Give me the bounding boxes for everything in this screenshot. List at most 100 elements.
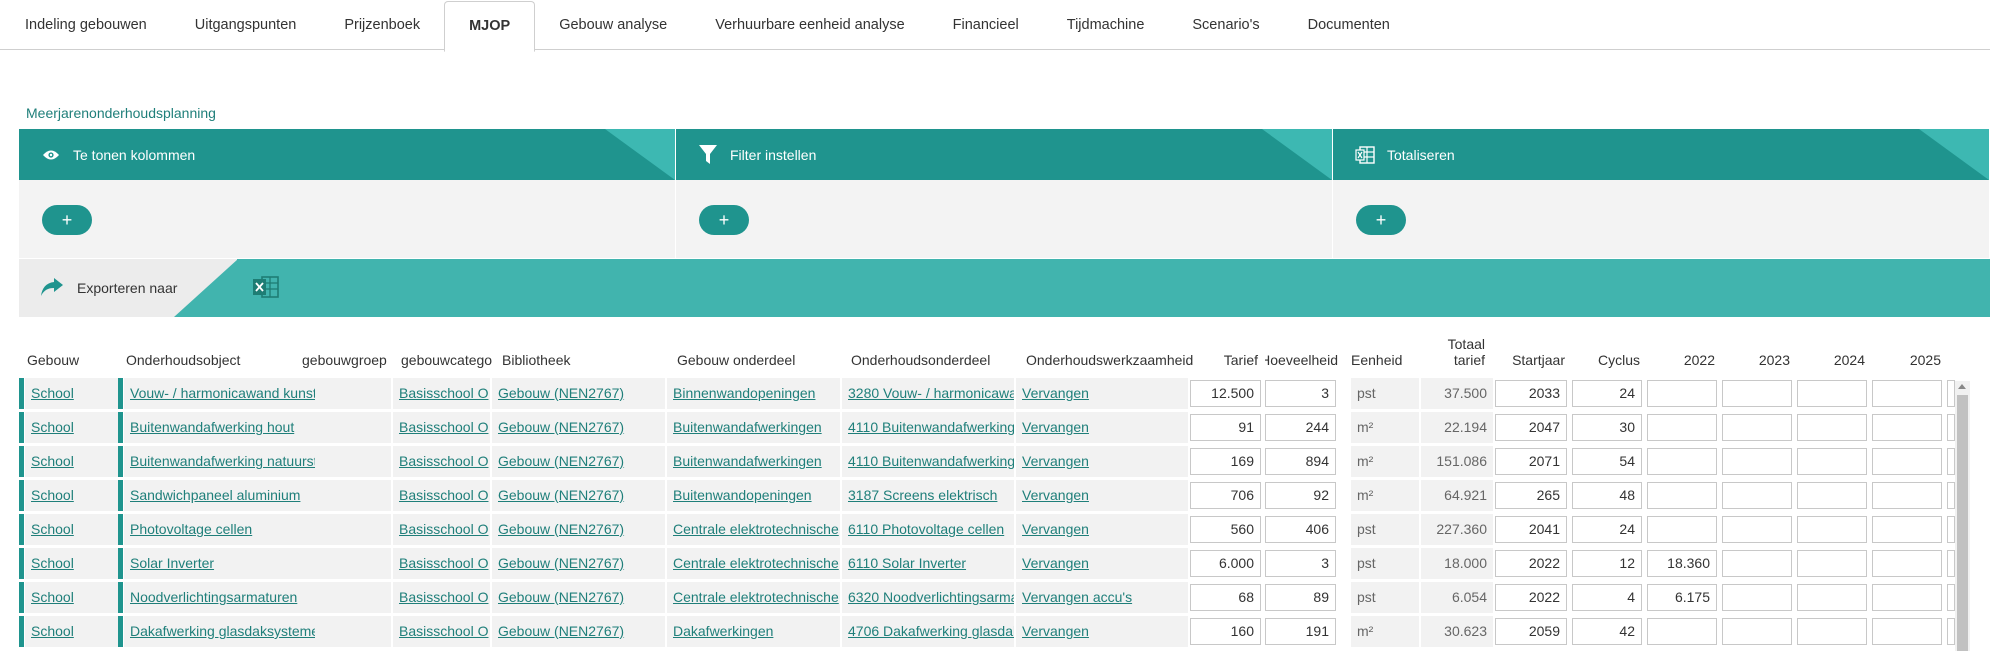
onderhoudsonderdeel-link[interactable]: 4110 Buitenwandafwerking — [848, 419, 1014, 435]
onderhoudsonderdeel-link[interactable]: 4706 Dakafwerking glasdak — [848, 623, 1014, 639]
categorie-cell[interactable]: Basisschool O — [393, 616, 490, 647]
onderdeel-link[interactable]: Centrale elektrotechnische — [673, 521, 839, 537]
column-header[interactable]: 2024 — [1797, 330, 1869, 370]
onderdeel-cell[interactable]: Centrale elektrotechnische — [667, 514, 840, 545]
object-link[interactable]: Solar Inverter — [130, 555, 214, 571]
column-header[interactable]: 2023 — [1722, 330, 1794, 370]
column-header[interactable]: Totaal tarief — [1417, 335, 1489, 370]
onderhoudsonderdeel-link[interactable]: 4110 Buitenwandafwerking — [848, 453, 1014, 469]
categorie-cell[interactable]: Basisschool O — [393, 582, 490, 613]
column-header[interactable]: Cyclus — [1572, 330, 1644, 370]
gebouw-cell[interactable]: School — [25, 548, 118, 579]
y2024-input[interactable] — [1797, 448, 1867, 475]
categorie-cell[interactable]: Basisschool O — [393, 412, 490, 443]
year-input[interactable] — [1947, 482, 1955, 509]
tarief-input[interactable]: 91 — [1190, 414, 1261, 441]
cyclus-input[interactable]: 12 — [1572, 550, 1642, 577]
year-input[interactable] — [1947, 584, 1955, 611]
bibliotheek-cell[interactable]: Gebouw (NEN2767) — [492, 412, 665, 443]
y2024-input[interactable] — [1797, 618, 1867, 645]
onderdeel-cell[interactable]: Centrale elektrotechnische — [667, 582, 840, 613]
cyclus-input[interactable]: 24 — [1572, 380, 1642, 407]
bibliotheek-link[interactable]: Gebouw (NEN2767) — [498, 419, 624, 435]
werkzaamheid-link[interactable]: Vervangen — [1022, 453, 1089, 469]
tab-uitgangspunten[interactable]: Uitgangspunten — [171, 0, 321, 50]
onderhoudsonderdeel-link[interactable]: 3187 Screens elektrisch — [848, 487, 997, 503]
werkzaamheid-cell[interactable]: Vervangen — [1016, 514, 1188, 545]
y2023-input[interactable] — [1722, 380, 1792, 407]
hoeveelheid-input[interactable]: 406 — [1265, 516, 1336, 543]
y2025-input[interactable] — [1872, 448, 1942, 475]
column-header[interactable]: gebouwcategorie — [401, 330, 493, 370]
werkzaamheid-link[interactable]: Vervangen — [1022, 555, 1089, 571]
object-cell[interactable]: Buitenwandafwerking natuursteen — [124, 446, 315, 477]
object-cell[interactable]: Solar Inverter — [124, 548, 315, 579]
onderdeel-link[interactable]: Buitenwandafwerkingen — [673, 453, 822, 469]
tab-prijzenboek[interactable]: Prijzenboek — [320, 0, 444, 50]
bibliotheek-link[interactable]: Gebouw (NEN2767) — [498, 521, 624, 537]
startjaar-input[interactable]: 2059 — [1495, 618, 1567, 645]
werkzaamheid-cell[interactable]: Vervangen accu's — [1016, 582, 1188, 613]
y2025-input[interactable] — [1872, 380, 1942, 407]
tab-indeling-gebouwen[interactable]: Indeling gebouwen — [0, 0, 171, 50]
column-header[interactable]: Onderhoudsonderdeel — [851, 330, 1021, 370]
hoeveelheid-input[interactable]: 89 — [1265, 584, 1336, 611]
column-header[interactable]: 2022 — [1647, 330, 1719, 370]
object-link[interactable]: Photovoltage cellen — [130, 521, 252, 537]
y2024-input[interactable] — [1797, 516, 1867, 543]
y2022-input[interactable]: 18.360 — [1647, 550, 1717, 577]
onderhoudsonderdeel-cell[interactable]: 6110 Photovoltage cellen — [842, 514, 1014, 545]
werkzaamheid-link[interactable]: Vervangen — [1022, 419, 1089, 435]
onderhoudsonderdeel-link[interactable]: 3280 Vouw- / harmonicawand — [848, 385, 1014, 401]
column-header[interactable]: Startjaar — [1495, 330, 1569, 370]
y2023-input[interactable] — [1722, 516, 1792, 543]
gebouw-link[interactable]: School — [31, 453, 74, 469]
onderhoudsonderdeel-cell[interactable]: 6320 Noodverlichtingsarmaturen — [842, 582, 1014, 613]
column-header[interactable]: Hoeveelheid — [1265, 330, 1342, 370]
onderdeel-cell[interactable]: Buitenwandafwerkingen — [667, 446, 840, 477]
hoeveelheid-input[interactable]: 244 — [1265, 414, 1336, 441]
y2023-input[interactable] — [1722, 414, 1792, 441]
onderdeel-link[interactable]: Buitenwandopeningen — [673, 487, 812, 503]
y2023-input[interactable] — [1722, 584, 1792, 611]
werkzaamheid-link[interactable]: Vervangen — [1022, 385, 1089, 401]
categorie-link[interactable]: Basisschool O — [399, 487, 488, 503]
y2023-input[interactable] — [1722, 482, 1792, 509]
y2025-input[interactable] — [1872, 482, 1942, 509]
tarief-input[interactable]: 560 — [1190, 516, 1261, 543]
y2022-input[interactable] — [1647, 618, 1717, 645]
year-input[interactable] — [1947, 516, 1955, 543]
categorie-cell[interactable]: Basisschool O — [393, 548, 490, 579]
y2024-input[interactable] — [1797, 584, 1867, 611]
bibliotheek-cell[interactable]: Gebouw (NEN2767) — [492, 480, 665, 511]
y2025-input[interactable] — [1872, 550, 1942, 577]
startjaar-input[interactable]: 2022 — [1495, 584, 1567, 611]
column-header[interactable]: Bibliotheek — [502, 330, 642, 370]
bibliotheek-cell[interactable]: Gebouw (NEN2767) — [492, 514, 665, 545]
onderhoudsonderdeel-link[interactable]: 6110 Solar Inverter — [848, 555, 966, 571]
bibliotheek-cell[interactable]: Gebouw (NEN2767) — [492, 582, 665, 613]
onderdeel-cell[interactable]: Buitenwandafwerkingen — [667, 412, 840, 443]
add-column-button[interactable]: + — [42, 205, 92, 235]
add-total-button[interactable]: + — [1356, 205, 1406, 235]
y2022-input[interactable]: 6.175 — [1647, 584, 1717, 611]
onderhoudsonderdeel-cell[interactable]: 6110 Solar Inverter — [842, 548, 1014, 579]
cyclus-input[interactable]: 48 — [1572, 482, 1642, 509]
onderdeel-link[interactable]: Binnenwandopeningen — [673, 385, 815, 401]
onderdeel-link[interactable]: Centrale elektrotechnische — [673, 555, 839, 571]
werkzaamheid-cell[interactable]: Vervangen — [1016, 412, 1188, 443]
cyclus-input[interactable]: 4 — [1572, 584, 1642, 611]
table-scrollbar[interactable] — [1955, 381, 1970, 651]
bibliotheek-cell[interactable]: Gebouw (NEN2767) — [492, 548, 665, 579]
onderhoudsonderdeel-cell[interactable]: 3280 Vouw- / harmonicawand — [842, 378, 1014, 409]
bibliotheek-link[interactable]: Gebouw (NEN2767) — [498, 555, 624, 571]
object-link[interactable]: Vouw- / harmonicawand kunststof — [130, 385, 315, 401]
object-cell[interactable]: Photovoltage cellen — [124, 514, 315, 545]
onderdeel-cell[interactable]: Centrale elektrotechnische — [667, 548, 840, 579]
column-header[interactable]: Onderhoudsobject — [126, 330, 266, 370]
hoeveelheid-input[interactable]: 92 — [1265, 482, 1336, 509]
startjaar-input[interactable]: 2047 — [1495, 414, 1567, 441]
onderhoudsonderdeel-cell[interactable]: 4110 Buitenwandafwerking — [842, 446, 1014, 477]
startjaar-input[interactable]: 2022 — [1495, 550, 1567, 577]
onderdeel-cell[interactable]: Buitenwandopeningen — [667, 480, 840, 511]
